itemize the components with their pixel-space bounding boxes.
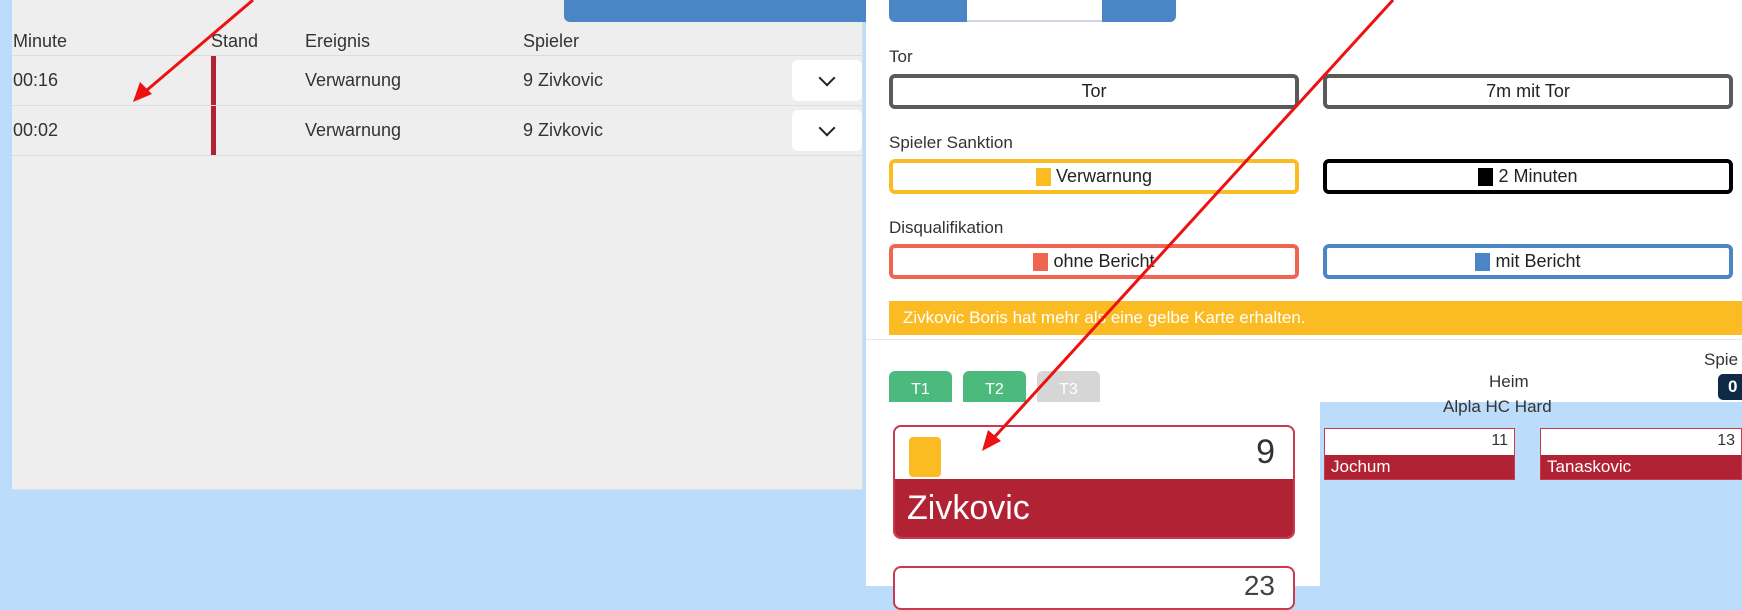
warning-button[interactable]: Verwarnung <box>889 159 1299 194</box>
player-number: 11 <box>1491 432 1508 449</box>
disq-with-report-button[interactable]: mit Bericht <box>1323 244 1733 279</box>
row-event: Verwarnung <box>305 70 402 90</box>
event-list-panel: Minute Stand Ereignis Spieler 00:16 Verw… <box>12 0 872 490</box>
warning-button-label: Verwarnung <box>1055 166 1153 186</box>
action-panel: Tor Tor 7m mit Tor Spieler Sanktion Verw… <box>866 0 1742 480</box>
player-card-small[interactable]: 13 Tanaskovic <box>1540 428 1742 480</box>
team-side-label: Heim <box>1489 372 1529 391</box>
player-number: 13 <box>1717 432 1735 449</box>
col-event: Ereignis <box>305 31 371 51</box>
top-control-group <box>889 0 1176 22</box>
player-number: 23 <box>1243 570 1275 601</box>
disq-no-report-button[interactable]: ohne Bericht <box>889 244 1299 279</box>
score-badge: 0 <box>1718 374 1742 400</box>
seven-m-goal-button[interactable]: 7m mit Tor <box>1323 74 1733 109</box>
red-card-icon <box>1033 252 1049 271</box>
sanction-section-label: Spieler Sanktion <box>889 133 1013 152</box>
player-number: 9 <box>1256 433 1275 471</box>
team-name: Alpla HC Hard <box>1443 397 1552 416</box>
row-expand-button[interactable] <box>792 110 862 151</box>
player-name: Jochum <box>1325 455 1514 479</box>
seven-m-button-label: 7m mit Tor <box>1486 81 1570 101</box>
tab-t2[interactable]: T2 <box>963 371 1026 402</box>
two-min-button-label: 2 Minuten <box>1498 166 1578 186</box>
top-right-button[interactable] <box>1102 0 1176 22</box>
tab-t1[interactable]: T1 <box>889 371 952 402</box>
row-event: Verwarnung <box>305 120 402 140</box>
spie-label: Spie <box>1704 350 1739 369</box>
no-report-button-label: ohne Bericht <box>1053 251 1155 271</box>
selected-player-card[interactable]: 9 Zivkovic <box>893 425 1295 539</box>
col-stand: Stand <box>211 31 259 51</box>
section-divider <box>866 339 1742 340</box>
disqualification-section-label: Disqualifikation <box>889 218 1004 237</box>
row-minute: 00:16 <box>13 70 59 90</box>
black-card-icon <box>1478 167 1494 186</box>
warning-alert: Zivkovic Boris hat mehr als eine gelbe K… <box>889 301 1742 335</box>
table-row: 00:02 Verwarnung 9 Zivkovic <box>12 106 862 156</box>
top-action-button[interactable] <box>564 0 872 22</box>
player-name: Zivkovic <box>895 479 1293 537</box>
team-color-bar <box>211 56 216 105</box>
goal-button-label: Tor <box>1081 81 1107 101</box>
goal-section-label: Tor <box>889 47 913 66</box>
player-name: Tanaskovic <box>1541 455 1741 479</box>
blue-card-icon <box>1475 252 1491 271</box>
row-player: 9 Zivkovic <box>523 120 604 140</box>
goal-button[interactable]: Tor <box>889 74 1299 109</box>
table-row: 00:16 Verwarnung 9 Zivkovic <box>12 56 862 106</box>
tab-t3[interactable]: T3 <box>1037 371 1100 402</box>
with-report-button-label: mit Bericht <box>1495 251 1581 271</box>
player-card[interactable]: 23 <box>893 566 1295 610</box>
yellow-card-icon <box>909 437 941 477</box>
row-player: 9 Zivkovic <box>523 70 604 90</box>
player-card-small[interactable]: 11 Jochum <box>1324 428 1515 480</box>
col-player: Spieler <box>523 31 580 51</box>
chevron-down-icon <box>818 69 836 86</box>
two-minutes-button[interactable]: 2 Minuten <box>1323 159 1733 194</box>
row-expand-button[interactable] <box>792 60 862 101</box>
player-cards-area: 9 Zivkovic 23 <box>866 402 1320 610</box>
top-left-button[interactable] <box>889 0 967 22</box>
team-color-bar <box>211 106 216 155</box>
col-minute: Minute <box>13 31 68 51</box>
yellow-card-icon <box>1035 167 1051 186</box>
top-input[interactable] <box>967 0 1102 22</box>
events-table-header: Minute Stand Ereignis Spieler <box>12 26 862 56</box>
events-table: Minute Stand Ereignis Spieler 00:16 Verw… <box>12 26 862 156</box>
chevron-down-icon <box>818 119 836 136</box>
row-minute: 00:02 <box>13 120 59 140</box>
